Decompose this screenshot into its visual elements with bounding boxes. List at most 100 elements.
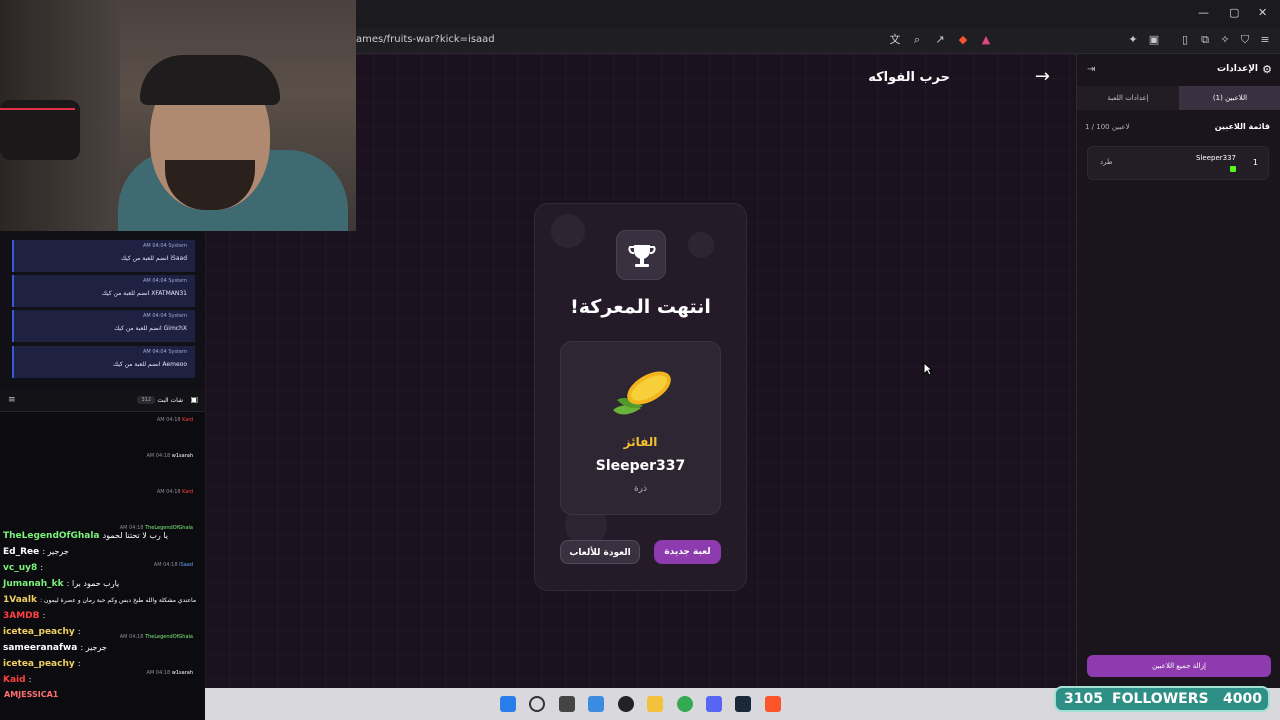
settings-title: الإعدادات xyxy=(1217,64,1258,74)
player-name: Sleeper337 xyxy=(1196,154,1236,162)
system-text: GimchX انضم للعبة من كيك xyxy=(114,325,187,332)
task-view-icon[interactable] xyxy=(559,696,575,712)
gear-icon: ⚙ xyxy=(1262,63,1272,76)
system-message: AM 04:04 System XFATMAN31 انضم للعبة من … xyxy=(12,275,195,307)
chat-menu-icon[interactable]: ≡ xyxy=(8,395,16,405)
close-button[interactable]: ✕ xyxy=(1258,6,1267,19)
file-explorer-icon[interactable] xyxy=(647,696,663,712)
back-to-games-button[interactable]: العودة للألعاب xyxy=(560,540,640,564)
system-meta: AM 04:04 System xyxy=(143,313,187,319)
system-text: iSaad انضم للعبة من كيك xyxy=(120,255,187,262)
zoom-icon[interactable]: ⌕ xyxy=(910,33,924,47)
discord-icon[interactable] xyxy=(706,696,722,712)
share-icon[interactable]: ↗ xyxy=(933,33,947,47)
search-icon[interactable] xyxy=(529,696,545,712)
chat-body: AM 04:18 Kaid AM 04:18 w1sarah AM 04:18 … xyxy=(0,412,205,688)
system-text: Aemeoo انضم للعبة من كيك xyxy=(113,361,187,368)
back-arrow-icon[interactable]: → xyxy=(1035,66,1050,87)
chat-line: TheLegendOfGhala يا رب لا تحتنا لحمود xyxy=(3,531,168,541)
settings-tabs: إعدادات اللعبة اللاعبين (1) xyxy=(1077,86,1280,110)
leo-icon[interactable]: ✧ xyxy=(1218,33,1232,47)
players-list-heading: قائمة اللاعبين xyxy=(1214,122,1270,131)
bottom-chat-user: AMJESSICA1 xyxy=(4,690,59,699)
chat-header: ≡ 312 شات البث ▣ xyxy=(0,390,205,412)
chat-header-label: شات البث xyxy=(157,397,183,404)
chat-meta: AM 04:18 w1sarah xyxy=(146,670,193,676)
chat-meta: AM 04:18 w1sarah xyxy=(146,453,193,459)
chat-meta: AM 04:18 Kaid xyxy=(156,489,193,495)
translate-icon[interactable]: 文 xyxy=(888,33,902,47)
vpn-icon[interactable]: ⛉ xyxy=(1238,33,1252,47)
chat-line: 3AMDB : xyxy=(3,611,46,621)
winner-fruit: ذرة xyxy=(633,484,648,494)
chat-line: Jumanah_kk : يارب حمود برا xyxy=(3,579,120,589)
chat-meta: AM 04:18 iSaad xyxy=(153,562,193,568)
game-title: حرب الفواكه xyxy=(868,70,950,85)
winner-name: Sleeper337 xyxy=(595,458,686,474)
followers-label: FOLLOWERS xyxy=(1112,691,1209,707)
collapse-panel-icon[interactable]: ⇥ xyxy=(1087,64,1095,75)
new-game-button[interactable]: لعبة جديدة xyxy=(654,540,721,564)
system-text: XFATMAN31 انضم للعبة من كيك xyxy=(101,290,187,297)
settings-panel: ⇥ الإعدادات ⚙ إعدادات اللعبة اللاعبين (1… xyxy=(1076,54,1280,688)
rewards-icon[interactable]: ▲ xyxy=(979,33,993,47)
chat-meta: AM 04:18 TheLegendOfGhala xyxy=(119,634,193,640)
menu-icon[interactable]: ≡ xyxy=(1258,33,1272,47)
chat-viewer-count: 312 xyxy=(137,396,155,404)
chat-line: icetea_peachy : xyxy=(3,627,81,637)
windows-start-icon[interactable] xyxy=(500,696,516,712)
decor-bubble xyxy=(688,232,714,258)
trophy-icon xyxy=(616,230,666,280)
winner-label: الفائز xyxy=(623,435,658,449)
followers-count: 3105 xyxy=(1064,691,1103,707)
decor-bubble xyxy=(551,214,585,248)
chat-line: vc_uy8 : xyxy=(3,563,44,573)
minimize-button[interactable]: — xyxy=(1198,6,1209,19)
battle-over-title: انتهت المعركة! xyxy=(570,296,711,318)
system-message: AM 04:04 System GimchX انضم للعبة من كيك xyxy=(12,310,195,342)
mic-stand xyxy=(0,108,75,110)
system-meta: AM 04:04 System xyxy=(143,243,187,249)
tab-players[interactable]: اللاعبين (1) xyxy=(1179,86,1280,110)
system-meta: AM 04:04 System xyxy=(143,278,187,284)
system-meta: AM 04:04 System xyxy=(143,349,187,355)
remove-all-players-button[interactable]: إزالة جميع اللاعبين xyxy=(1087,655,1271,677)
address-bar[interactable]: ames/fruits-war?kick=isaad 文 ⌕ ↗ ◆ ▲ ✦ ▣… xyxy=(356,28,1280,54)
wallet-icon[interactable]: ▣ xyxy=(1147,33,1161,47)
followers-goal-widget: 3105 FOLLOWERS 4000 xyxy=(1054,686,1270,712)
chat-line: 1Vaalk : ماعندي مشكلة والله طبخ دبس وكم … xyxy=(3,595,197,605)
chat-line: Ed_Ree : جرجير xyxy=(3,547,69,557)
player-row: 1 Sleeper337 طرد xyxy=(1087,146,1269,180)
tab-game-settings[interactable]: إعدادات اللعبة xyxy=(1077,86,1179,110)
obs-icon[interactable] xyxy=(618,696,634,712)
result-card: انتهت المعركة! الفائز Sleeper337 ذرة الع… xyxy=(534,203,747,591)
followers-goal: 4000 xyxy=(1223,691,1262,707)
player-number: 1 xyxy=(1252,158,1258,167)
mouse-cursor-icon xyxy=(923,362,933,376)
url-text[interactable]: ames/fruits-war?kick=isaad xyxy=(356,34,495,45)
store-icon[interactable] xyxy=(588,696,604,712)
chat-line: Kaid : xyxy=(3,675,32,685)
system-message: AM 04:04 System Aemeoo انضم للعبة من كيك xyxy=(12,346,195,378)
maximize-button[interactable]: ▢ xyxy=(1229,6,1239,19)
kick-logo-icon xyxy=(1230,166,1236,172)
steam-icon[interactable] xyxy=(735,696,751,712)
system-chat: AM 04:04 System iSaad انضم للعبة من كيك … xyxy=(0,231,205,389)
brave-icon[interactable] xyxy=(765,696,781,712)
webcam-feed xyxy=(0,0,356,231)
headphones xyxy=(140,55,280,105)
corn-icon xyxy=(607,362,677,422)
players-count: 1 / 100 لاعبين xyxy=(1085,123,1130,131)
sidebar-icon[interactable]: ▯ xyxy=(1178,33,1192,47)
tabs-icon[interactable]: ⧉ xyxy=(1198,33,1212,47)
kick-player-button[interactable]: طرد xyxy=(1100,158,1113,166)
extensions-icon[interactable]: ✦ xyxy=(1126,33,1140,47)
brave-shield-icon[interactable]: ◆ xyxy=(956,33,970,47)
chat-line: sameeranafwa : جرجير xyxy=(3,643,107,653)
chat-icon: ▣ xyxy=(190,395,198,404)
chat-meta: AM 04:18 Kaid xyxy=(156,417,193,423)
winner-box: الفائز Sleeper337 ذرة xyxy=(560,341,721,515)
chrome-icon[interactable] xyxy=(677,696,693,712)
chat-line: icetea_peachy : xyxy=(3,659,81,669)
system-message: AM 04:04 System iSaad انضم للعبة من كيك xyxy=(12,240,195,272)
